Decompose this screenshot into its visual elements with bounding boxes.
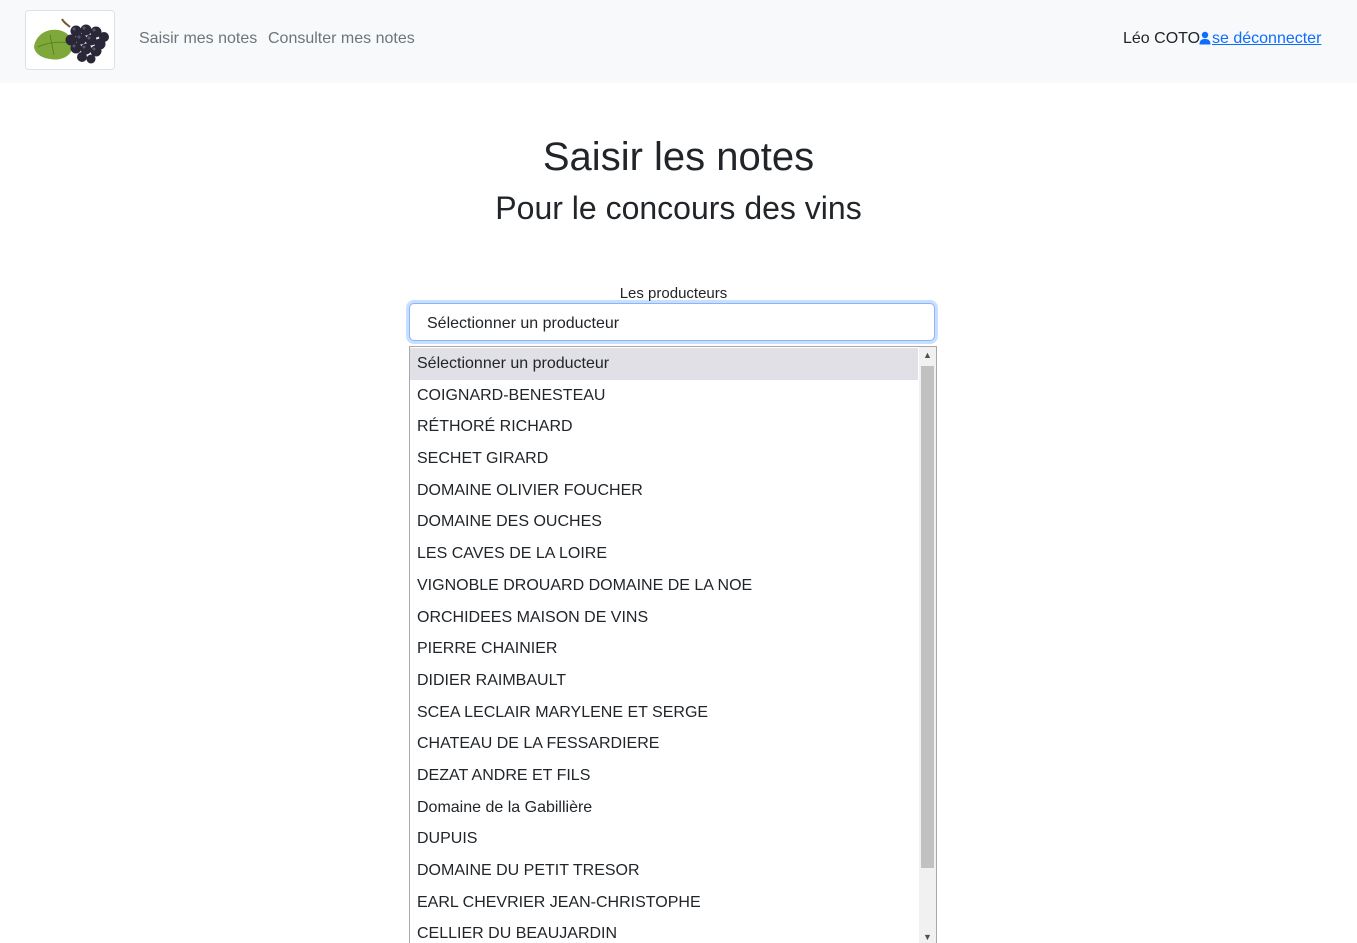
producer-select-value[interactable]: Sélectionner un producteur xyxy=(427,315,619,333)
producer-option[interactable]: ORCHIDEES MAISON DE VINS xyxy=(410,602,918,634)
producer-option[interactable]: SECHET GIRARD xyxy=(410,443,918,475)
producer-option[interactable]: DUPUIS xyxy=(410,823,918,855)
nav-link-consulter-mes-notes[interactable]: Consulter mes notes xyxy=(268,30,415,48)
scroll-down-arrow-icon[interactable]: ▼ xyxy=(919,929,936,943)
producer-dropdown-list: Sélectionner un producteur COIGNARD-BENES… xyxy=(409,346,937,943)
scrollbar-thumb[interactable] xyxy=(921,366,934,868)
producer-option[interactable]: DOMAINE DU PETIT TRESOR xyxy=(410,855,918,887)
producer-select[interactable]: Sélectionner un producteur xyxy=(409,303,935,341)
producer-option[interactable]: Domaine de la Gabillière xyxy=(410,792,918,824)
producer-option[interactable]: EARL CHEVRIER JEAN-CHRISTOPHE xyxy=(410,887,918,919)
producer-option[interactable]: Sélectionner un producteur xyxy=(410,348,918,380)
grape-logo-image xyxy=(34,18,109,64)
producer-option[interactable]: PIERRE CHAINIER xyxy=(410,633,918,665)
producer-option[interactable]: DOMAINE OLIVIER FOUCHER xyxy=(410,475,918,507)
navbar: Saisir mes notes Consulter mes notes Léo… xyxy=(0,0,1357,83)
logout-label[interactable]: se déconnecter xyxy=(1212,30,1321,47)
scroll-up-arrow-icon[interactable]: ▲ xyxy=(919,347,936,364)
nav-link-saisir-mes-notes[interactable]: Saisir mes notes xyxy=(139,30,257,48)
user-name: Léo COTO xyxy=(1123,30,1201,47)
producer-option[interactable]: DEZAT ANDRE ET FILS xyxy=(410,760,918,792)
producer-option[interactable]: SCEA LECLAIR MARYLENE ET SERGE xyxy=(410,697,918,729)
producer-option[interactable]: DIDIER RAIMBAULT xyxy=(410,665,918,697)
option-list: Sélectionner un producteur COIGNARD-BENES… xyxy=(410,348,918,943)
producer-label: Les producteurs xyxy=(619,285,728,302)
dropdown-scrollbar[interactable]: ▲ ▼ xyxy=(919,347,936,943)
page-title: Saisir les notes xyxy=(542,135,815,179)
page-subtitle: Pour le concours des vins xyxy=(495,190,862,226)
producer-option[interactable]: COIGNARD-BENESTEAU xyxy=(410,380,918,412)
producer-option[interactable]: RÉTHORÉ RICHARD xyxy=(410,411,918,443)
user-icon xyxy=(1199,31,1211,45)
logout-link[interactable]: se déconnecter xyxy=(1199,30,1321,48)
producer-option[interactable]: CELLIER DU BEAUJARDIN xyxy=(410,918,918,943)
producer-option[interactable]: DOMAINE DES OUCHES xyxy=(410,506,918,538)
producer-option[interactable]: VIGNOBLE DROUARD DOMAINE DE LA NOE xyxy=(410,570,918,602)
producer-option[interactable]: CHATEAU DE LA FESSARDIERE xyxy=(410,728,918,760)
producer-option[interactable]: LES CAVES DE LA LOIRE xyxy=(410,538,918,570)
grape-logo[interactable] xyxy=(25,10,115,70)
